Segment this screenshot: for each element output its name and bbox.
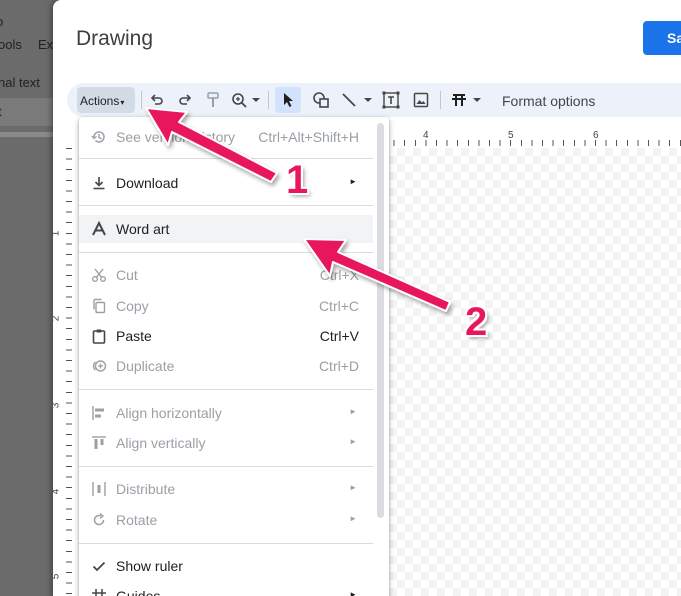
history-icon <box>91 129 107 145</box>
menu-item-label: Cut <box>116 267 138 283</box>
menu-divider <box>79 389 373 390</box>
menu-item-label: Download <box>116 175 179 191</box>
ruler-label: 2 <box>53 316 61 322</box>
menu-item-label: Show ruler <box>116 558 183 574</box>
menu-item-label: Copy <box>116 298 149 314</box>
menu-item-label: Align horizontally <box>116 405 222 421</box>
menu-divider <box>79 205 373 206</box>
submenu-arrow-icon: ► <box>349 590 357 596</box>
menu-divider <box>79 158 373 159</box>
actions-dropdown-menu: See version history Ctrl+Alt+Shift+H Dow… <box>79 117 389 596</box>
ruler-ticks <box>66 148 72 596</box>
word-art-icon <box>91 221 107 237</box>
submenu-arrow-icon: ► <box>349 177 357 186</box>
menu-item-shortcut: Ctrl+Alt+Shift+H <box>258 129 359 145</box>
menu-item-word-art[interactable]: Word art <box>79 215 373 243</box>
menu-item-show-ruler[interactable]: Show ruler <box>79 552 373 580</box>
menu-item-shortcut: Ctrl+X <box>319 267 359 283</box>
vertical-ruler: 1 2 3 4 5 <box>53 148 73 596</box>
redo-icon[interactable] <box>175 88 195 112</box>
submenu-arrow-icon: ► <box>349 407 357 416</box>
menu-item-shortcut: Ctrl+D <box>318 358 359 374</box>
check-icon <box>91 558 107 574</box>
menu-item-shortcut: Ctrl+V <box>319 328 359 344</box>
actions-menu-button[interactable]: Actions▾ <box>77 87 135 113</box>
menu-scrollbar[interactable] <box>377 123 384 518</box>
menu-item-duplicate[interactable]: Duplicate Ctrl+D <box>79 352 373 380</box>
dialog-title: Drawing <box>76 27 154 50</box>
toolbar-divider <box>141 91 142 109</box>
rotate-icon <box>91 512 107 528</box>
actions-label: Actions <box>80 94 120 108</box>
menu-divider <box>79 543 373 544</box>
ruler-label: 1 <box>53 231 61 237</box>
submenu-arrow-icon: ► <box>349 483 357 492</box>
submenu-arrow-icon: ► <box>349 437 357 446</box>
menu-divider <box>79 466 373 467</box>
menu-item-see-version-history[interactable]: See version history Ctrl+Alt+Shift+H <box>79 123 373 151</box>
menu-item-label: Rotate <box>116 512 158 528</box>
menu-item-shortcut: Ctrl+C <box>318 298 359 314</box>
menu-divider <box>79 252 373 253</box>
download-icon <box>91 175 107 191</box>
ruler-label: 5 <box>53 574 61 580</box>
align-vertical-icon <box>91 435 107 451</box>
toolbar-divider <box>440 91 441 109</box>
shape-icon[interactable] <box>310 88 332 112</box>
paste-icon <box>91 328 107 344</box>
menu-item-label: Paste <box>116 328 152 344</box>
drawing-canvas[interactable] <box>389 148 681 596</box>
submenu-arrow-icon: ► <box>349 514 357 523</box>
bg-toolbar <box>0 98 60 126</box>
bg-fragment: t <box>0 104 2 119</box>
chevron-down-icon: ▾ <box>120 98 125 107</box>
zoom-icon[interactable] <box>230 88 262 112</box>
menu-item-guides[interactable]: Guides ► <box>79 582 373 596</box>
menu-item-copy[interactable]: Copy Ctrl+C <box>79 292 373 320</box>
format-options-button[interactable]: Format options <box>502 93 595 109</box>
menu-item-align-horizontally[interactable]: Align horizontally ► <box>79 399 373 427</box>
menu-item-label: Duplicate <box>116 358 175 374</box>
duplicate-icon <box>91 358 107 374</box>
menu-item-distribute[interactable]: Distribute ► <box>79 475 373 503</box>
annotation-step-2: 2 <box>465 300 488 344</box>
bg-fragment: o <box>0 14 3 29</box>
background-docs-window: o ools Ex nal text t <box>0 0 60 596</box>
menu-item-cut[interactable]: Cut Ctrl+X <box>79 261 373 289</box>
menu-item-label: Align vertically <box>116 435 206 451</box>
menu-item-align-vertically[interactable]: Align vertically ► <box>79 429 373 457</box>
menu-item-label: See version history <box>116 129 236 145</box>
align-horizontal-icon <box>91 405 107 421</box>
annotation-step-1: 1 <box>286 158 309 202</box>
select-icon[interactable] <box>275 87 301 113</box>
toolbar-divider <box>268 91 269 109</box>
menu-item-label: Distribute <box>116 481 176 497</box>
horizontal-ruler: 4 5 6 <box>383 130 681 146</box>
ruler-ticks <box>383 140 681 146</box>
ruler-label: 4 <box>53 489 61 495</box>
bg-ruler <box>0 132 60 137</box>
menu-item-download[interactable]: Download ► <box>79 169 373 197</box>
bg-style-select: nal text <box>0 75 40 90</box>
bg-menu-tools: ools <box>0 37 22 52</box>
image-icon[interactable] <box>410 88 432 112</box>
line-icon[interactable] <box>340 88 376 112</box>
save-and-close-button[interactable]: Sa <box>643 21 681 55</box>
ruler-label: 3 <box>53 403 61 409</box>
text-box-icon[interactable] <box>380 88 402 112</box>
copy-icon <box>91 298 107 314</box>
distribute-icon <box>91 481 107 497</box>
undo-icon[interactable] <box>147 88 167 112</box>
cut-icon <box>91 267 107 283</box>
guides-icon <box>91 588 107 596</box>
menu-item-label: Guides <box>116 588 161 596</box>
word-art-icon[interactable] <box>450 88 488 112</box>
bg-menu-extensions: Ex <box>38 37 54 52</box>
menu-item-paste[interactable]: Paste Ctrl+V <box>79 322 373 350</box>
drawing-toolbar: Actions▾ Format options <box>67 83 681 117</box>
paint-format-icon[interactable] <box>203 88 223 112</box>
menu-item-label: Word art <box>116 221 170 237</box>
menu-item-rotate[interactable]: Rotate ► <box>79 506 373 534</box>
